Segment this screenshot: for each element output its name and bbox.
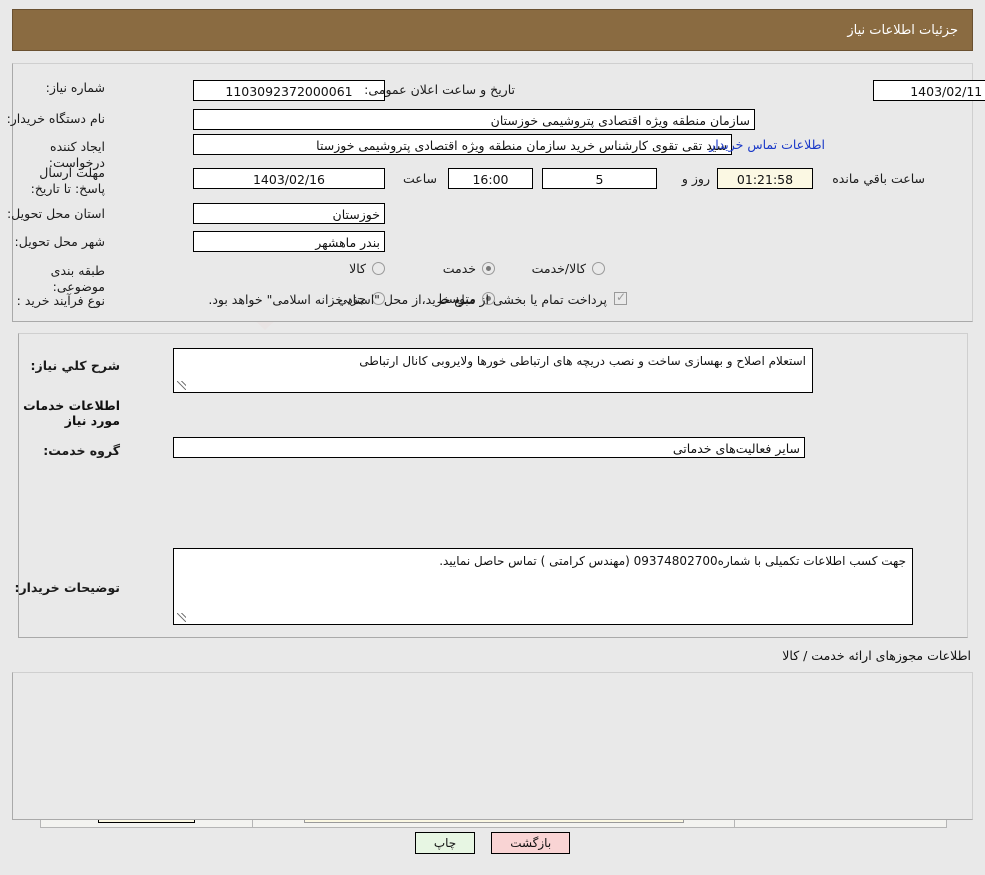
services-section-heading: اطلاعات خدمات مورد نیاز (0, 398, 120, 428)
back-button[interactable]: بازگشت (491, 832, 570, 854)
province-label: استان محل تحویل: (7, 206, 105, 222)
need-summary-panel (12, 63, 973, 322)
category-radio-khedmat[interactable]: خدمت (443, 261, 495, 276)
service-group-label: گروه خدمت: (43, 443, 120, 459)
page-title-bar: جزئیات اطلاعات نیاز (12, 9, 973, 51)
permits-panel (12, 672, 973, 820)
print-button[interactable]: چاپ (415, 832, 475, 854)
time-remaining-value: 01:21:58 (717, 168, 813, 189)
treasury-note-wrap: پرداخت تمام یا بخشی از مبلغ خرید،از محل … (208, 292, 627, 307)
category-option-label-1: خدمت (443, 261, 476, 276)
city-label: شهر محل تحویل: (15, 234, 105, 250)
deadline-date-value: 1403/02/16 (193, 168, 385, 189)
buyer-org-value: سازمان منطقه ویژه اقتصادی پتروشیمی خوزست… (193, 109, 755, 130)
permits-heading: اطلاعات مجوزهای ارائه خدمت / کالا (782, 648, 971, 663)
category-option-label-0: کالا (349, 261, 366, 276)
city-value: بندر ماهشهر (193, 231, 385, 252)
category-label: طبقه بندی موضوعی: (0, 263, 105, 294)
need-number-label-wrap: شماره نیاز: (46, 80, 105, 96)
announce-datetime-value: 13:12 - 1403/02/11 (873, 80, 985, 101)
category-radio-kala-khedmat[interactable]: کالا/خدمت (532, 261, 605, 276)
need-number-label: شماره نیاز: (46, 80, 105, 96)
page-root: AriaTender.net جزئیات اطلاعات نیاز شماره… (0, 0, 985, 875)
requester-value: سید تقی تقوی کارشناس خرید سازمان منطقه و… (193, 134, 732, 155)
buyer-contact-link[interactable]: اطلاعات تماس خریدار (709, 137, 825, 152)
deadline-label: مهلت ارسال پاسخ: تا تاریخ: (10, 165, 105, 196)
page-title: جزئیات اطلاعات نیاز (847, 23, 958, 38)
process-label: نوع فرآیند خرید : (17, 293, 105, 309)
footer-buttons: بازگشت چاپ (0, 832, 985, 854)
days-remaining-value: 5 (542, 168, 657, 189)
deadline-hour-value: 16:00 (448, 168, 533, 189)
radio-khedmat-icon[interactable] (482, 262, 495, 275)
radio-kala-icon[interactable] (372, 262, 385, 275)
treasury-checkbox[interactable] (614, 292, 627, 305)
service-group-value: سایر فعالیت‌های خدماتی (173, 437, 805, 458)
radio-kala-khedmat-icon[interactable] (592, 262, 605, 275)
category-radio-kala[interactable]: کالا (349, 261, 385, 276)
days-unit-label: روز و (682, 171, 710, 186)
treasury-note-text: پرداخت تمام یا بخشی از مبلغ خرید،از محل … (208, 292, 607, 307)
province-value: خوزستان (193, 203, 385, 224)
buyer-notes-label: توضیحات خریدار: (14, 580, 120, 596)
announce-datetime-label: تاریخ و ساعت اعلان عمومی: (364, 82, 515, 98)
deadline-hour-label: ساعت (403, 171, 437, 186)
category-option-label-2: کالا/خدمت (532, 261, 586, 276)
need-number-value: 1103092372000061 (193, 80, 385, 101)
general-desc-label: شرح کلي نیاز: (31, 358, 120, 374)
buyer-notes-value[interactable]: جهت کسب اطلاعات تکمیلی با شماره093748027… (173, 548, 913, 625)
buyer-org-label: نام دستگاه خریدار: (7, 111, 105, 127)
general-desc-value[interactable]: استعلام اصلاح و بهسازی ساخت و نصب دریچه … (173, 348, 813, 393)
remaining-suffix-label: ساعت باقي مانده (832, 171, 925, 186)
